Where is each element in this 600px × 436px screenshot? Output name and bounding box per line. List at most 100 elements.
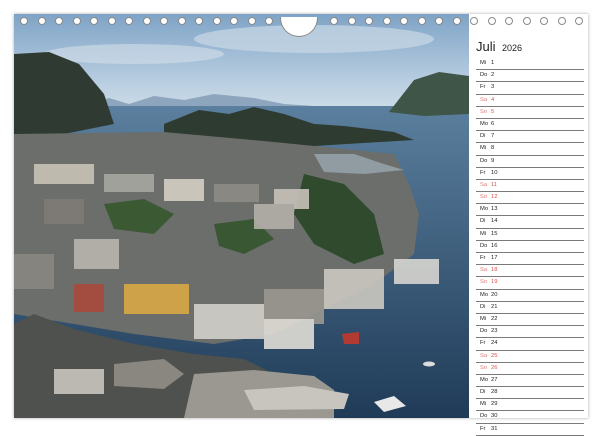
day-number: 23 xyxy=(491,328,498,335)
day-number: 12 xyxy=(491,194,498,201)
day-row: Sa 4 xyxy=(476,95,584,107)
weekday-label: Mi xyxy=(480,230,487,237)
day-number: 7 xyxy=(491,133,495,140)
day-row: Mi 29 xyxy=(476,399,584,412)
binding-ring xyxy=(330,17,338,25)
day-row: Do 16 xyxy=(476,241,584,253)
spiral-binding xyxy=(14,17,588,37)
day-row: Mi 22 xyxy=(476,314,584,327)
day-number: 19 xyxy=(491,279,498,286)
binding-ring xyxy=(20,17,28,25)
weekday-label: Mo xyxy=(480,376,489,383)
month-label: Juli xyxy=(476,39,496,54)
day-number: 26 xyxy=(491,364,498,371)
weekday-label: Di xyxy=(480,389,486,396)
city-harbor-photo xyxy=(14,14,469,418)
day-number: 5 xyxy=(491,108,495,115)
binding-ring xyxy=(72,17,81,25)
day-row: Fr 31 xyxy=(476,424,584,436)
binding-ring xyxy=(160,17,168,25)
day-number: 1 xyxy=(491,60,495,66)
day-number: 24 xyxy=(491,340,498,347)
day-number: 28 xyxy=(491,389,498,396)
day-row: Fr 3 xyxy=(476,82,584,95)
day-row: Di 28 xyxy=(476,387,584,400)
day-number: 11 xyxy=(491,181,498,188)
weekday-label: Di xyxy=(480,133,486,140)
binding-ring xyxy=(90,17,98,25)
day-row: So 19 xyxy=(476,277,584,290)
day-number: 2 xyxy=(491,72,495,79)
day-row: Mi 1 xyxy=(476,58,584,71)
weekday-label: So xyxy=(480,364,488,371)
day-row: Do 9 xyxy=(476,156,584,168)
day-number: 27 xyxy=(491,376,498,383)
day-number: 17 xyxy=(491,255,498,261)
weekday-label: Fr xyxy=(480,340,486,347)
binding-ring xyxy=(212,17,221,25)
weekday-label: Do xyxy=(480,157,488,164)
binding-ring xyxy=(557,17,566,25)
day-row: Fr 24 xyxy=(476,338,584,351)
binding-ring xyxy=(265,17,273,25)
weekday-label: Di xyxy=(480,303,486,310)
calendar-title: Juli 2026 xyxy=(476,36,584,58)
day-row: Sa 25 xyxy=(476,351,584,363)
binding-ring xyxy=(505,17,513,25)
day-row: Do 23 xyxy=(476,326,584,339)
day-number: 10 xyxy=(491,169,498,176)
weekday-label: Mo xyxy=(480,291,489,298)
day-number: 15 xyxy=(491,230,498,237)
binding-ring xyxy=(142,17,151,25)
weekday-label: Sa xyxy=(480,96,488,103)
day-row: Mo 27 xyxy=(476,375,584,388)
calendar-panel: Juli 2026 Mi 1 Do 2 Fr 3 Sa 4 So 5 Mo 6 Di 7 Mi 8 Do 9 Fr 1… xyxy=(476,36,584,436)
weekday-label: Fr xyxy=(480,255,486,261)
day-number: 14 xyxy=(491,218,498,225)
binding-ring xyxy=(107,17,116,25)
binding-ring xyxy=(540,17,548,25)
day-number: 20 xyxy=(491,291,498,298)
weekday-label: Sa xyxy=(480,352,488,359)
weekday-label: Fr xyxy=(480,84,486,91)
binding-ring xyxy=(125,17,133,25)
day-row: Fr 17 xyxy=(476,253,584,266)
day-number: 4 xyxy=(491,96,495,103)
weekday-label: Mi xyxy=(480,315,487,322)
day-row: Fr 10 xyxy=(476,168,584,180)
binding-ring xyxy=(347,17,356,25)
binding-ring xyxy=(195,17,203,25)
day-row: Mi 15 xyxy=(476,229,584,241)
weekday-label: So xyxy=(480,194,488,201)
weekday-label: Fr xyxy=(480,425,486,432)
day-row: Do 30 xyxy=(476,411,584,424)
weekday-label: Sa xyxy=(480,181,488,188)
day-number: 6 xyxy=(491,120,495,127)
day-number: 31 xyxy=(491,425,498,432)
weekday-label: So xyxy=(480,108,488,115)
day-row: So 5 xyxy=(476,107,584,119)
day-row: Mo 6 xyxy=(476,119,584,132)
day-number: 22 xyxy=(491,315,498,322)
day-row: So 12 xyxy=(476,192,584,205)
binding-ring xyxy=(177,17,186,25)
weekday-label: Mi xyxy=(480,401,487,408)
binding-ring xyxy=(417,17,426,25)
binding-ring xyxy=(230,17,238,25)
binding-ring xyxy=(435,17,443,25)
day-number: 30 xyxy=(491,413,498,420)
binding-ring xyxy=(400,17,408,25)
day-number: 16 xyxy=(491,242,498,249)
day-row: Di 7 xyxy=(476,131,584,144)
binding-ring xyxy=(247,17,256,25)
day-number: 21 xyxy=(491,303,498,310)
weekday-label: Do xyxy=(480,328,488,335)
day-number: 25 xyxy=(491,352,498,359)
day-row: Di 14 xyxy=(476,216,584,229)
day-row: Mo 20 xyxy=(476,290,584,302)
day-row: So 26 xyxy=(476,363,584,375)
binding-ring xyxy=(55,17,63,25)
weekday-label: Sa xyxy=(480,267,488,274)
day-number: 8 xyxy=(491,145,495,152)
weekday-label: Do xyxy=(480,242,488,249)
